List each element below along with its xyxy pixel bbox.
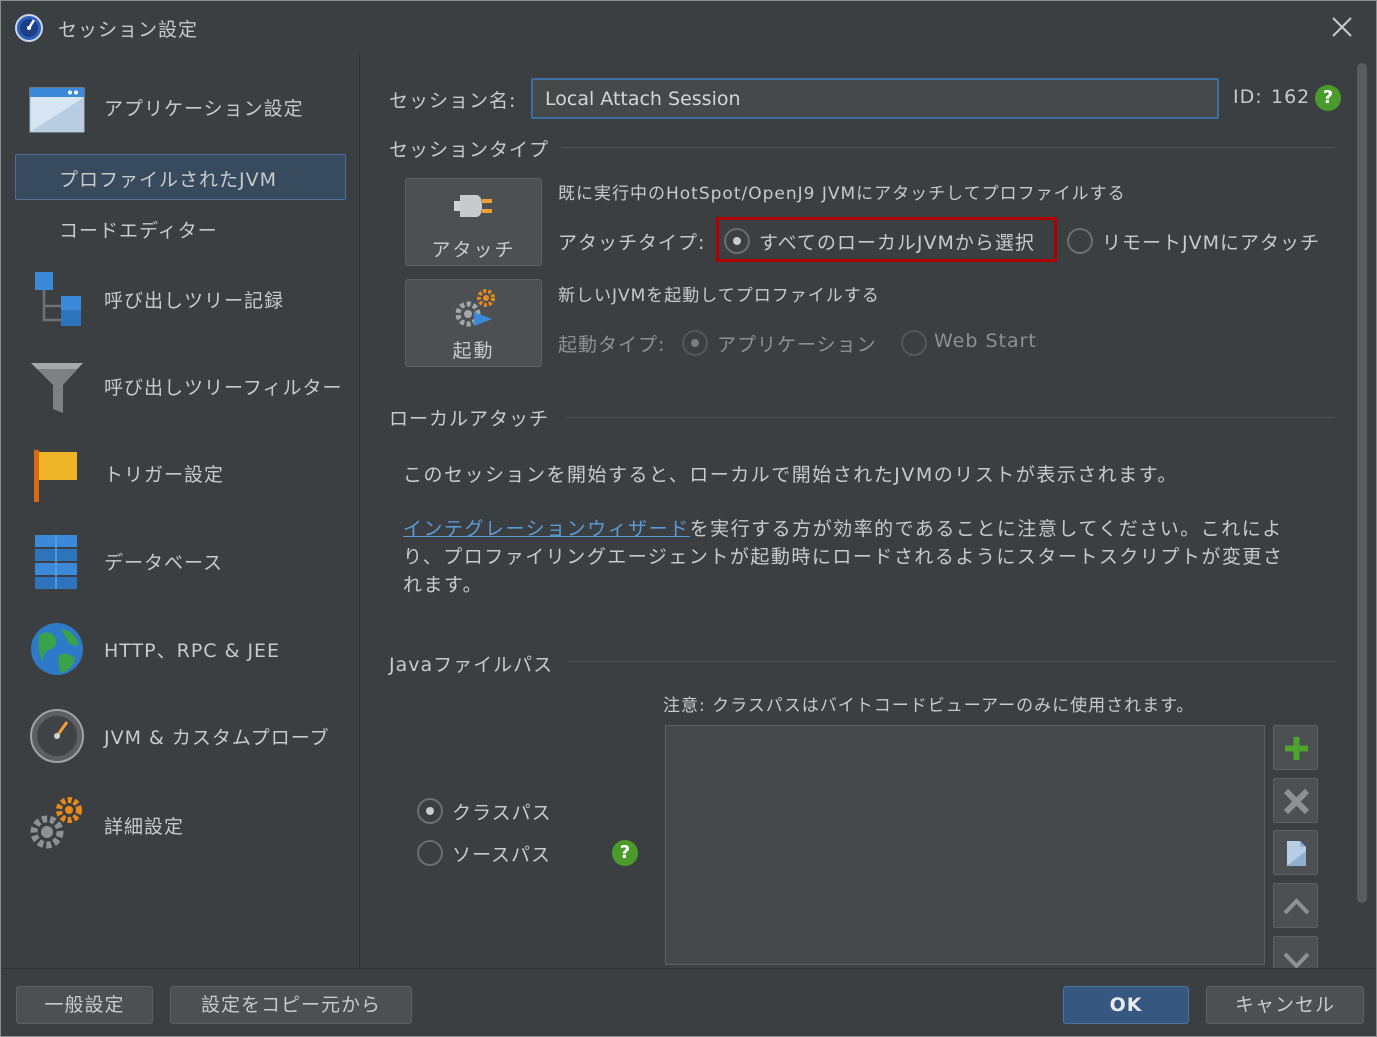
close-icon[interactable] (1330, 15, 1354, 39)
sidebar-item-label: データベース (104, 552, 224, 574)
session-settings-dialog: セッション設定 アプリケーション設定 プロファイルされたJVM コードエディター (0, 0, 1377, 1037)
title-bar: セッション設定 (1, 1, 1376, 53)
sidebar-item-trigger-settings[interactable]: トリガー設定 (1, 442, 360, 504)
section-title-local-attach: ローカルアタッチ (389, 408, 550, 430)
sidebar-item-label: HTTP、RPC & JEE (104, 640, 281, 662)
radio-launch-webstart-label[interactable]: Web Start (934, 330, 1037, 352)
gauge-icon (30, 709, 84, 763)
plus-icon (1285, 737, 1308, 760)
radio-classpath[interactable] (417, 798, 443, 824)
copy-settings-button[interactable]: 設定をコピー元から (170, 986, 412, 1024)
section-title-java-file-path: Javaファイルパス (389, 654, 554, 676)
launch-type-label: 起動タイプ: (558, 334, 666, 356)
attach-button-label: アタッチ (431, 239, 516, 261)
move-up-button[interactable] (1273, 883, 1318, 928)
ok-button[interactable]: OK (1063, 986, 1189, 1024)
funnel-icon (31, 363, 83, 413)
sidebar-item-label: 呼び出しツリー記録 (104, 290, 285, 312)
general-settings-button[interactable]: 一般設定 (16, 986, 153, 1024)
launch-description: 新しいJVMを起動してプロファイルする (558, 286, 880, 306)
radio-sourcepath-label[interactable]: ソースパス (452, 840, 551, 867)
help-icon[interactable]: ? (1315, 85, 1341, 111)
session-name-label: セッション名: (389, 90, 517, 112)
id-value: 162 (1271, 86, 1311, 108)
gears-icon (30, 797, 82, 849)
cancel-button[interactable]: キャンセル (1206, 986, 1364, 1024)
attach-description: 既に実行中のHotSpot/OpenJ9 JVMにアタッチしてプロファイルする (558, 184, 1126, 204)
sidebar-item-label: コードエディター (59, 220, 218, 242)
divider (561, 147, 1335, 148)
attach-type-label: アタッチタイプ: (558, 232, 706, 254)
sidebar-item-label: トリガー設定 (104, 464, 225, 486)
divider (567, 661, 1335, 662)
sidebar-item-http-rpc-jee[interactable]: HTTP、RPC & JEE (1, 618, 360, 680)
wizard-note-text: を実行する方が効率的であることに注意してください。これによ (689, 518, 1283, 540)
sidebar-item-label: 詳細設定 (104, 816, 185, 838)
launch-button-label: 起動 (452, 340, 495, 362)
radio-attach-remote-label[interactable]: リモートJVMにアタッチ (1102, 228, 1320, 255)
remove-path-button[interactable] (1273, 778, 1318, 823)
wizard-note-line-2: り、プロファイリングエージェントが起動時にロードされるようにスタートスクリプトが… (403, 546, 1284, 568)
session-name-input[interactable]: Local Attach Session (531, 78, 1219, 119)
sidebar-item-label: アプリケーション設定 (104, 98, 304, 120)
sidebar-item-label: 呼び出しツリーフィルター (104, 377, 343, 399)
section-title-session-type: セッションタイプ (389, 139, 550, 161)
radio-attach-remote[interactable] (1067, 228, 1093, 254)
radio-launch-app-label[interactable]: アプリケーション (717, 330, 877, 357)
radio-attach-local[interactable] (724, 228, 750, 254)
flag-icon (34, 450, 77, 502)
path-list[interactable] (665, 725, 1265, 965)
radio-attach-local-label[interactable]: すべてのローカルJVMから選択 (759, 228, 1035, 255)
add-path-button[interactable] (1273, 725, 1318, 770)
plug-icon (454, 195, 492, 217)
radio-sourcepath[interactable] (417, 840, 443, 866)
application-window-icon (29, 87, 85, 133)
sidebar-item-label: プロファイルされたJVM (59, 169, 277, 191)
main-panel: セッション名: Local Attach Session ID: 162 ? セ… (361, 53, 1353, 968)
sidebar-item-application-settings[interactable]: アプリケーション設定 (1, 78, 360, 136)
delete-icon (1283, 788, 1310, 815)
settings-sidebar: アプリケーション設定 プロファイルされたJVM コードエディター 呼び出しツリー… (1, 53, 360, 968)
document-icon (1287, 841, 1306, 866)
sidebar-item-advanced-settings[interactable]: 詳細設定 (1, 791, 360, 853)
launch-icon (455, 289, 495, 327)
window-title: セッション設定 (58, 19, 199, 41)
help-icon[interactable]: ? (612, 840, 638, 866)
local-attach-description: このセッションを開始すると、ローカルで開始されたJVMのリストが表示されます。 (403, 464, 1178, 486)
radio-classpath-label[interactable]: クラスパス (452, 798, 552, 825)
sidebar-item-jvm-custom-probes[interactable]: JVM & カスタムプローブ (1, 705, 360, 767)
sidebar-item-label: JVM & カスタムプローブ (104, 727, 330, 749)
radio-launch-app[interactable] (682, 330, 708, 356)
vertical-scrollbar[interactable] (1354, 63, 1370, 968)
wizard-note: インテグレーションウィザードを実行する方が効率的であることに注意してください。こ… (403, 515, 1313, 599)
globe-icon (31, 623, 83, 675)
sidebar-item-databases[interactable]: データベース (1, 530, 360, 592)
edit-path-button[interactable] (1273, 830, 1318, 875)
database-icon (35, 535, 77, 589)
launch-button[interactable]: 起動 (405, 279, 542, 367)
call-tree-icon (35, 272, 81, 326)
sidebar-item-call-tree-recording[interactable]: 呼び出しツリー記録 (1, 267, 360, 329)
divider (567, 417, 1335, 418)
chevron-up-icon (1283, 898, 1310, 915)
radio-launch-webstart[interactable] (901, 330, 927, 356)
dialog-footer: 一般設定 設定をコピー元から OK キャンセル (1, 968, 1376, 1036)
sidebar-item-code-editor[interactable]: コードエディター (1, 208, 360, 250)
wizard-note-line-3: れます。 (403, 574, 484, 596)
attach-button[interactable]: アタッチ (405, 178, 542, 266)
chevron-down-icon (1283, 952, 1310, 968)
integration-wizard-link[interactable]: インテグレーションウィザード (403, 518, 690, 540)
scroll-thumb[interactable] (1357, 63, 1367, 903)
sidebar-item-call-tree-filters[interactable]: 呼び出しツリーフィルター (1, 355, 360, 417)
move-down-button[interactable] (1273, 936, 1318, 968)
app-icon (15, 14, 43, 42)
id-label: ID: (1233, 86, 1263, 108)
classpath-note: 注意: クラスパスはバイトコードビューアーのみに使用されます。 (663, 696, 1195, 716)
